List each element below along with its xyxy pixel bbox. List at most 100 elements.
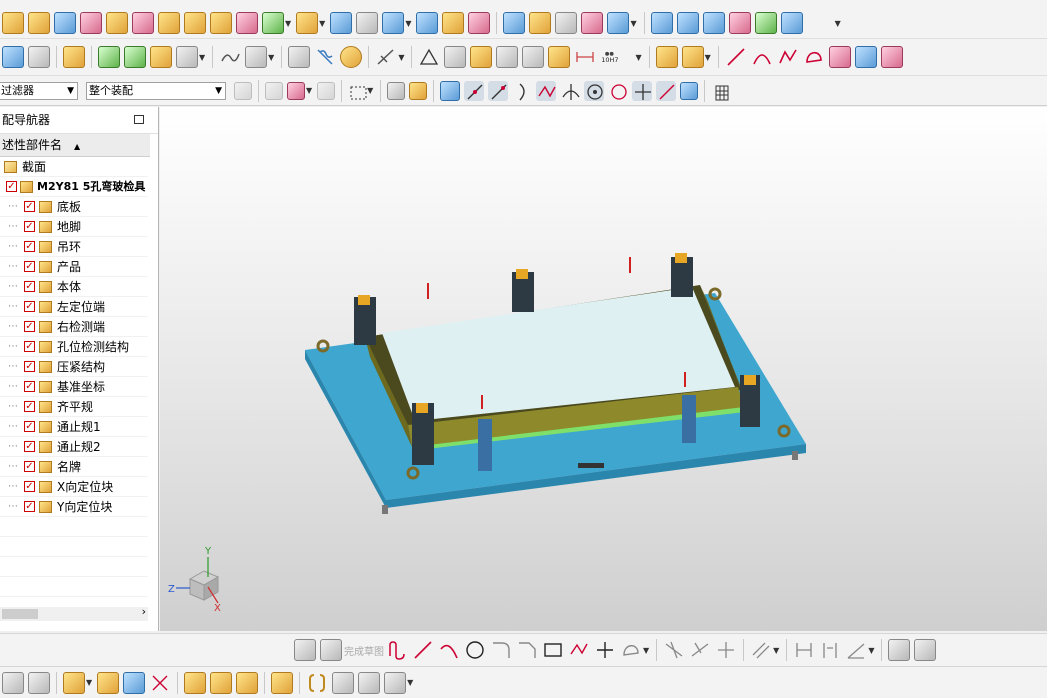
- cylinder-icon[interactable]: [28, 12, 50, 34]
- replace-face-icon[interactable]: [607, 12, 630, 34]
- revolve-icon[interactable]: [80, 12, 102, 34]
- checkbox-checked-icon[interactable]: ✓: [24, 381, 35, 392]
- block-icon[interactable]: [2, 12, 24, 34]
- move-component-icon[interactable]: [97, 671, 120, 694]
- washer-icon[interactable]: [340, 46, 363, 68]
- type-filter-select[interactable]: 过滤器 ▼: [0, 81, 78, 100]
- new-parent-icon[interactable]: [2, 671, 24, 694]
- component-row[interactable]: ⋯ ✓ 右检测端: [0, 317, 148, 337]
- component-row[interactable]: ⋯ ✓ 通止规1: [0, 417, 148, 437]
- dropdown-caret[interactable]: ▼: [285, 19, 291, 28]
- through-curves-icon[interactable]: [676, 12, 699, 34]
- add-component-icon[interactable]: [63, 671, 85, 694]
- column-header[interactable]: 述性部件名 ▲: [0, 134, 150, 157]
- quick-extend-icon[interactable]: [689, 639, 711, 661]
- reference-set-icon[interactable]: [332, 671, 355, 694]
- intersect-icon[interactable]: [296, 12, 319, 34]
- wave-linker-icon[interactable]: [219, 46, 241, 68]
- snap-tangent-icon[interactable]: [560, 81, 580, 101]
- move-component-icon[interactable]: [150, 46, 172, 68]
- component-row[interactable]: ⋯ ✓ Y向定位块: [0, 497, 148, 517]
- note-icon[interactable]: [522, 46, 545, 68]
- assembly-constraints-icon[interactable]: [149, 672, 171, 694]
- attributes-icon[interactable]: [28, 46, 50, 68]
- arc-icon[interactable]: [438, 639, 460, 661]
- dimension-icon[interactable]: [793, 639, 815, 661]
- linear-dimension-icon[interactable]: [574, 46, 596, 68]
- fillet-icon[interactable]: [490, 639, 512, 661]
- checkbox-checked-icon[interactable]: ✓: [24, 281, 35, 292]
- scrollbar-thumb[interactable]: [2, 609, 38, 619]
- replace-component-icon[interactable]: [236, 671, 259, 694]
- checkbox-checked-icon[interactable]: ✓: [24, 221, 35, 232]
- trim-body-icon[interactable]: [442, 12, 465, 34]
- polyline-tool-icon[interactable]: [777, 46, 799, 68]
- select-box-icon[interactable]: [287, 81, 305, 100]
- project-curve-icon[interactable]: [854, 46, 877, 68]
- chevron-right-icon[interactable]: ›: [142, 605, 146, 618]
- extract-geometry-icon[interactable]: [245, 46, 268, 68]
- checkbox-checked-icon[interactable]: ✓: [24, 341, 35, 352]
- split-body-icon[interactable]: [468, 12, 491, 34]
- checkbox-checked-icon[interactable]: ✓: [24, 401, 35, 412]
- chamfer-icon[interactable]: [356, 12, 379, 34]
- mirror-assembly-icon[interactable]: [123, 671, 146, 694]
- dropdown-caret[interactable]: ▼: [86, 678, 92, 687]
- dropdown-caret[interactable]: ▼: [398, 53, 404, 62]
- constraint-icon[interactable]: [124, 46, 146, 68]
- checkbox-checked-icon[interactable]: ✓: [24, 501, 35, 512]
- make-corner-icon[interactable]: [715, 639, 737, 661]
- link-chain-icon[interactable]: [306, 672, 328, 694]
- dropdown-caret[interactable]: ▼: [405, 19, 411, 28]
- tolerance-fit-icon[interactable]: 10H7: [600, 46, 634, 68]
- dropdown-caret[interactable]: ▼: [705, 53, 711, 62]
- dropdown-caret[interactable]: ▼: [268, 53, 274, 62]
- snap-quadrant-icon[interactable]: [608, 81, 628, 101]
- patch-icon[interactable]: [555, 12, 578, 34]
- component-row[interactable]: ⋯ ✓ 吊环: [0, 237, 148, 257]
- deselect-icon[interactable]: [317, 81, 336, 100]
- rectangle-select-icon[interactable]: [348, 82, 367, 100]
- explode-view-icon[interactable]: [184, 671, 207, 694]
- component-row[interactable]: ⋯ ✓ X向定位块: [0, 477, 148, 497]
- line-tool-icon[interactable]: [725, 46, 747, 68]
- pencil-icon[interactable]: [548, 46, 571, 68]
- arc-tool-icon[interactable]: [751, 46, 773, 68]
- balloon-icon[interactable]: [496, 46, 519, 68]
- dropdown-caret[interactable]: ▼: [199, 53, 205, 62]
- stack-cubes-icon[interactable]: [655, 46, 678, 68]
- thicken-icon[interactable]: [529, 12, 552, 34]
- root-assembly-row[interactable]: ✓ M2Y81 5孔弯玻检具: [0, 177, 148, 197]
- dimension-arrow-icon[interactable]: [375, 46, 397, 68]
- dropdown-caret[interactable]: ▼: [319, 19, 325, 28]
- dropdown-caret[interactable]: ▼: [635, 53, 641, 62]
- quick-trim-icon[interactable]: [663, 639, 685, 661]
- dropdown-caret[interactable]: ▼: [773, 646, 779, 655]
- snap-control-point-icon[interactable]: [488, 80, 509, 101]
- toolbar-overflow[interactable]: ▼: [835, 19, 841, 28]
- wave-geometry-linker-icon[interactable]: [358, 671, 381, 694]
- make-symmetric-icon[interactable]: [914, 639, 937, 661]
- subtract-icon[interactable]: [262, 12, 284, 34]
- grid-note-icon[interactable]: [470, 46, 493, 68]
- abc-label-icon[interactable]: [176, 46, 198, 68]
- chamfer-sketch-icon[interactable]: [516, 639, 538, 661]
- dropdown-caret[interactable]: ▼: [630, 19, 636, 28]
- component-row[interactable]: ⋯ ✓ 孔位检测结构: [0, 337, 148, 357]
- finish-sketch-flag-icon[interactable]: [320, 639, 342, 661]
- component-pattern-icon[interactable]: [210, 671, 233, 694]
- coil-icon[interactable]: [314, 46, 336, 68]
- studio-spline-icon[interactable]: [620, 639, 642, 661]
- quick-pick-icon[interactable]: [387, 81, 406, 100]
- snap-point-on-curve-icon[interactable]: [656, 80, 677, 101]
- ruled-icon[interactable]: [780, 12, 803, 34]
- component-row[interactable]: ⋯ ✓ 齐平规: [0, 397, 148, 417]
- snap-existing-point-icon[interactable]: [632, 80, 653, 101]
- layer-icon[interactable]: [2, 46, 24, 68]
- offset-face-icon[interactable]: [416, 12, 439, 34]
- snap-center-icon[interactable]: [584, 80, 605, 101]
- checkbox-checked-icon[interactable]: ✓: [6, 181, 17, 192]
- dropdown-caret[interactable]: ▼: [643, 646, 649, 655]
- mirror-feature-icon[interactable]: [184, 12, 206, 34]
- rectangle-icon[interactable]: [542, 639, 564, 661]
